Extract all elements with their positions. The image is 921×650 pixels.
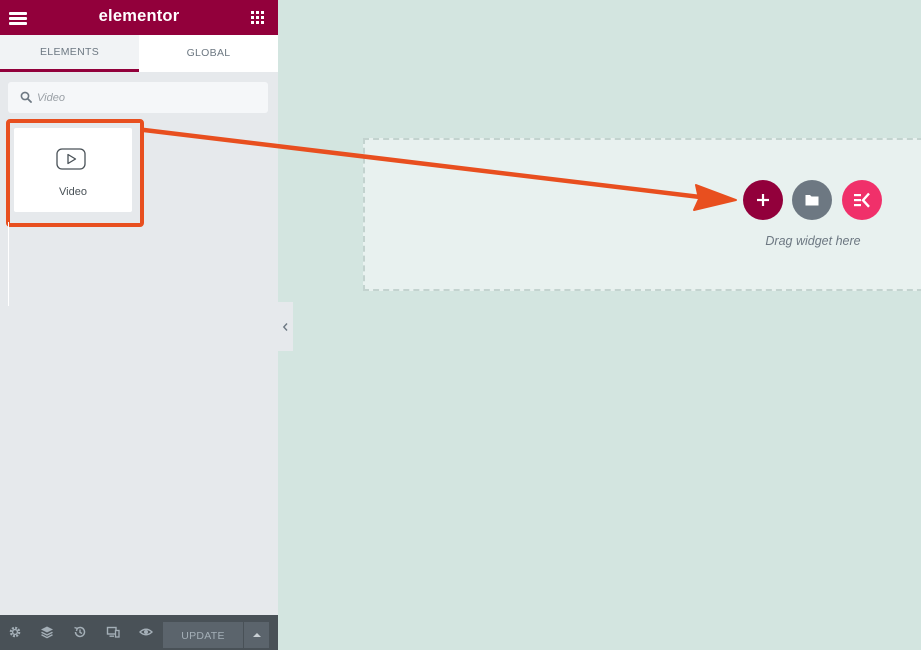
elements-panel: elementor ELEMENTS GLOBAL Video Video UP… [0, 0, 278, 650]
elementor-logo: elementor [98, 7, 180, 25]
add-section-button[interactable] [743, 180, 783, 220]
tab-global[interactable]: GLOBAL [139, 35, 278, 72]
responsive-icon[interactable] [106, 625, 120, 639]
widget-drop-zone[interactable] [363, 138, 921, 291]
eye-icon[interactable] [139, 625, 153, 639]
plus-icon [757, 194, 769, 206]
widget-label: Video [59, 186, 87, 198]
folder-icon [805, 195, 819, 206]
drag-widget-hint: Drag widget here [765, 234, 861, 248]
widget-search [8, 82, 268, 113]
editor-app: elementor ELEMENTS GLOBAL Video Video UP… [0, 0, 921, 650]
panel-header: elementor [0, 0, 278, 35]
video-play-icon [56, 148, 86, 170]
gear-icon[interactable] [8, 625, 22, 639]
tab-elements[interactable]: ELEMENTS [0, 35, 139, 72]
chevron-left-icon [282, 323, 288, 331]
update-button[interactable]: UPDATE [163, 622, 243, 648]
panel-tabs: ELEMENTS GLOBAL [0, 35, 278, 72]
update-options-chevron-icon[interactable] [244, 622, 269, 648]
add-template-button[interactable] [792, 180, 832, 220]
collapse-panel-handle[interactable] [278, 302, 293, 351]
elementskit-icon [854, 192, 870, 208]
layers-icon[interactable] [40, 625, 54, 639]
widgets-grid-icon[interactable] [251, 11, 264, 24]
search-icon [20, 91, 32, 103]
elementskit-library-button[interactable] [842, 180, 882, 220]
panel-divider [8, 222, 9, 306]
search-input[interactable] [37, 82, 257, 113]
video-widget[interactable]: Video [14, 128, 132, 212]
history-icon[interactable] [73, 625, 87, 639]
